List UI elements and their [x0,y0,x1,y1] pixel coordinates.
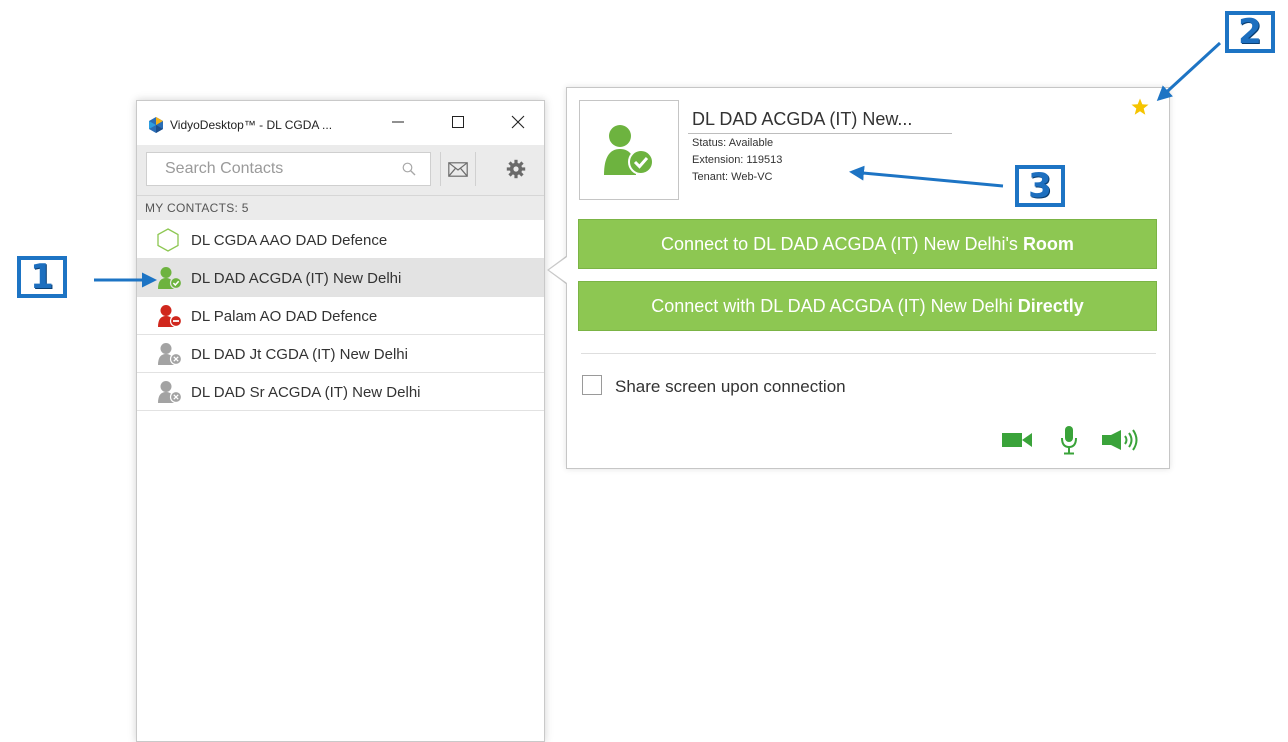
callout-badge-3: 3 [1015,165,1065,207]
annotation-arrows [94,41,1222,288]
callout-2-arrow [1156,41,1222,102]
callout-badge-1: 1 [17,256,67,298]
callout-badge-2: 2 [1225,11,1275,53]
callout-3-arrow [849,165,1004,188]
